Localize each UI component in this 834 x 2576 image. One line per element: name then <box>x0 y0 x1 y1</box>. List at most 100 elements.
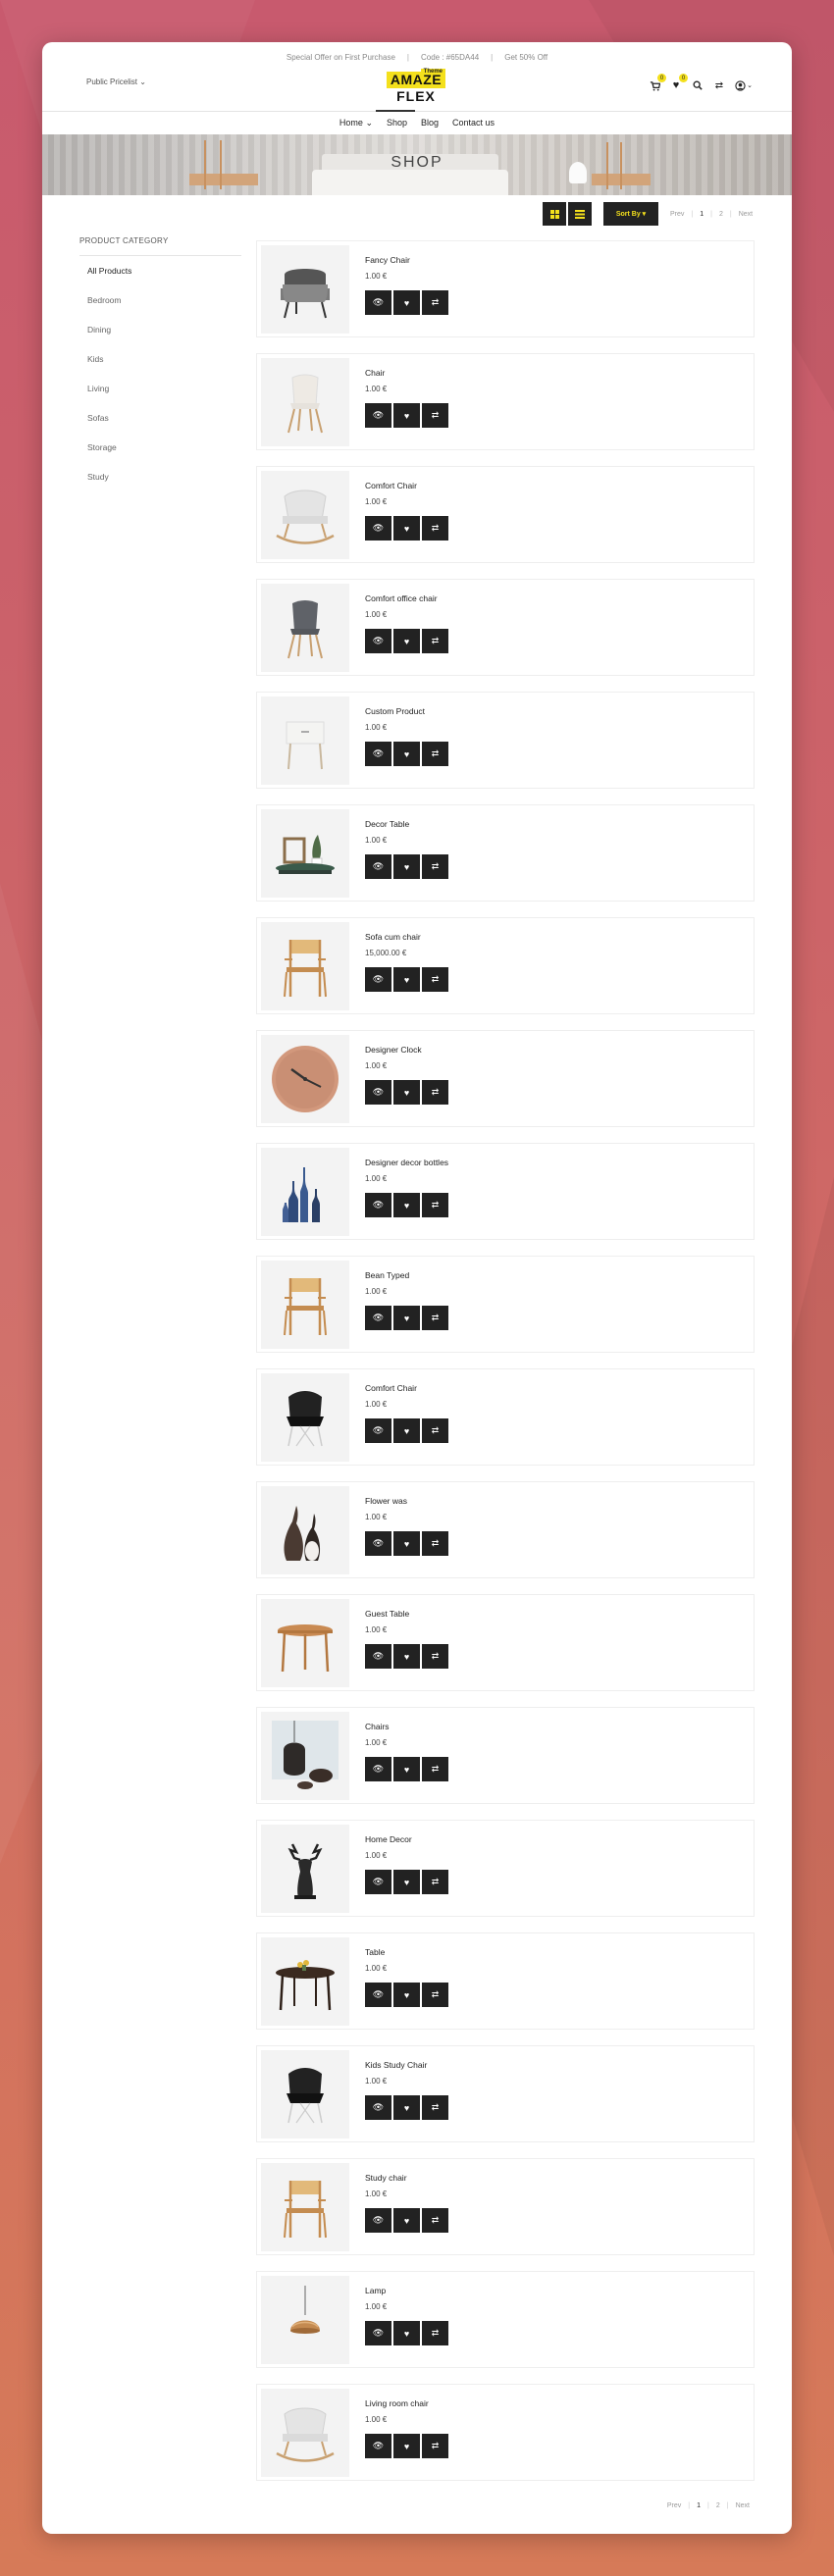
compare-icon[interactable]: ⇄ <box>713 79 725 91</box>
product-name[interactable]: Table <box>365 1947 385 1957</box>
add-to-wishlist-button[interactable]: ♥ <box>393 403 420 428</box>
product-card[interactable]: Fancy Chair 1.00 € 👁 ♥ ⇄ <box>256 240 755 337</box>
product-name[interactable]: Sofa cum chair <box>365 932 421 942</box>
product-name[interactable]: Guest Table <box>365 1609 409 1619</box>
product-card[interactable]: Designer decor bottles 1.00 € 👁 ♥ ⇄ <box>256 1143 755 1240</box>
product-card[interactable]: Chair 1.00 € 👁 ♥ ⇄ <box>256 353 755 450</box>
category-item-living[interactable]: Living <box>87 384 241 413</box>
product-name[interactable]: Home Decor <box>365 1834 412 1844</box>
add-to-wishlist-button[interactable]: ♥ <box>393 1193 420 1217</box>
product-name[interactable]: Comfort Chair <box>365 481 417 490</box>
product-image[interactable] <box>261 358 349 446</box>
add-to-wishlist-button[interactable]: ♥ <box>393 629 420 653</box>
add-to-compare-button[interactable]: ⇄ <box>422 2321 448 2345</box>
product-card[interactable]: Comfort Chair 1.00 € 👁 ♥ ⇄ <box>256 1368 755 1466</box>
category-item-dining[interactable]: Dining <box>87 325 241 354</box>
category-item-sofas[interactable]: Sofas <box>87 413 241 442</box>
add-to-compare-button[interactable]: ⇄ <box>422 629 448 653</box>
category-item-study[interactable]: Study <box>87 472 241 501</box>
category-item-bedroom[interactable]: Bedroom <box>87 295 241 325</box>
product-image[interactable] <box>261 922 349 1010</box>
add-to-compare-button[interactable]: ⇄ <box>422 854 448 879</box>
quick-view-button[interactable]: 👁 <box>365 1418 391 1443</box>
add-to-compare-button[interactable]: ⇄ <box>422 2434 448 2458</box>
quick-view-button[interactable]: 👁 <box>365 1193 391 1217</box>
product-card[interactable]: Custom Product 1.00 € 👁 ♥ ⇄ <box>256 692 755 789</box>
product-name[interactable]: Chair <box>365 368 385 378</box>
product-image[interactable] <box>261 1937 349 2026</box>
product-name[interactable]: Flower was <box>365 1496 407 1506</box>
quick-view-button[interactable]: 👁 <box>365 2434 391 2458</box>
cart-icon[interactable]: 0 <box>649 74 666 91</box>
product-image[interactable] <box>261 1599 349 1687</box>
product-image[interactable] <box>261 1712 349 1800</box>
add-to-wishlist-button[interactable]: ♥ <box>393 967 420 992</box>
quick-view-button[interactable]: 👁 <box>365 2208 391 2233</box>
product-image[interactable] <box>261 1825 349 1913</box>
quick-view-button[interactable]: 👁 <box>365 403 391 428</box>
add-to-wishlist-button[interactable]: ♥ <box>393 2208 420 2233</box>
product-name[interactable]: Custom Product <box>365 706 425 716</box>
product-card[interactable]: Designer Clock 1.00 € 👁 ♥ ⇄ <box>256 1030 755 1127</box>
add-to-compare-button[interactable]: ⇄ <box>422 1757 448 1781</box>
nav-home[interactable]: Home ⌄ <box>339 118 373 129</box>
search-icon[interactable] <box>692 79 704 91</box>
add-to-wishlist-button[interactable]: ♥ <box>393 1531 420 1556</box>
add-to-compare-button[interactable]: ⇄ <box>422 1644 448 1669</box>
grid-view-button[interactable] <box>543 202 566 226</box>
quick-view-button[interactable]: 👁 <box>365 854 391 879</box>
page-2-link[interactable]: 2 <box>716 2502 720 2509</box>
product-image[interactable] <box>261 809 349 898</box>
product-card[interactable]: Table 1.00 € 👁 ♥ ⇄ <box>256 1932 755 2030</box>
add-to-wishlist-button[interactable]: ♥ <box>393 1870 420 1894</box>
product-image[interactable] <box>261 1148 349 1236</box>
quick-view-button[interactable]: 👁 <box>365 1306 391 1330</box>
add-to-wishlist-button[interactable]: ♥ <box>393 2095 420 2120</box>
product-image[interactable] <box>261 696 349 785</box>
quick-view-button[interactable]: 👁 <box>365 1531 391 1556</box>
add-to-compare-button[interactable]: ⇄ <box>422 1193 448 1217</box>
add-to-wishlist-button[interactable]: ♥ <box>393 1644 420 1669</box>
add-to-compare-button[interactable]: ⇄ <box>422 1306 448 1330</box>
category-item-kids[interactable]: Kids <box>87 354 241 384</box>
product-card[interactable]: Kids Study Chair 1.00 € 👁 ♥ ⇄ <box>256 2045 755 2142</box>
add-to-wishlist-button[interactable]: ♥ <box>393 516 420 541</box>
quick-view-button[interactable]: 👁 <box>365 742 391 766</box>
add-to-compare-button[interactable]: ⇄ <box>422 1531 448 1556</box>
product-image[interactable] <box>261 2050 349 2138</box>
add-to-wishlist-button[interactable]: ♥ <box>393 2434 420 2458</box>
add-to-compare-button[interactable]: ⇄ <box>422 403 448 428</box>
add-to-compare-button[interactable]: ⇄ <box>422 742 448 766</box>
site-logo[interactable]: Theme AMAZE FLEX <box>381 68 451 109</box>
product-image[interactable] <box>261 1486 349 1574</box>
product-name[interactable]: Kids Study Chair <box>365 2060 427 2070</box>
add-to-wishlist-button[interactable]: ♥ <box>393 1080 420 1105</box>
add-to-compare-button[interactable]: ⇄ <box>422 2095 448 2120</box>
add-to-compare-button[interactable]: ⇄ <box>422 1418 448 1443</box>
product-image[interactable] <box>261 2276 349 2364</box>
quick-view-button[interactable]: 👁 <box>365 1870 391 1894</box>
product-name[interactable]: Study chair <box>365 2173 407 2183</box>
product-card[interactable]: Decor Table 1.00 € 👁 ♥ ⇄ <box>256 804 755 902</box>
page-2-link[interactable]: 2 <box>719 211 723 218</box>
add-to-compare-button[interactable]: ⇄ <box>422 967 448 992</box>
product-card[interactable]: Comfort office chair 1.00 € 👁 ♥ ⇄ <box>256 579 755 676</box>
add-to-wishlist-button[interactable]: ♥ <box>393 1757 420 1781</box>
quick-view-button[interactable]: 👁 <box>365 629 391 653</box>
product-image[interactable] <box>261 2163 349 2251</box>
product-name[interactable]: Comfort Chair <box>365 1383 417 1393</box>
add-to-wishlist-button[interactable]: ♥ <box>393 1418 420 1443</box>
page-1-link[interactable]: 1 <box>700 211 704 218</box>
product-image[interactable] <box>261 245 349 334</box>
add-to-compare-button[interactable]: ⇄ <box>422 1080 448 1105</box>
product-name[interactable]: Lamp <box>365 2286 386 2295</box>
product-name[interactable]: Bean Typed <box>365 1270 409 1280</box>
add-to-wishlist-button[interactable]: ♥ <box>393 742 420 766</box>
quick-view-button[interactable]: 👁 <box>365 2095 391 2120</box>
product-name[interactable]: Designer Clock <box>365 1045 422 1055</box>
product-card[interactable]: Bean Typed 1.00 € 👁 ♥ ⇄ <box>256 1256 755 1353</box>
product-name[interactable]: Chairs <box>365 1722 390 1731</box>
add-to-compare-button[interactable]: ⇄ <box>422 516 448 541</box>
product-card[interactable]: Comfort Chair 1.00 € 👁 ♥ ⇄ <box>256 466 755 563</box>
sort-by-dropdown[interactable]: Sort By ▾ <box>603 202 658 226</box>
